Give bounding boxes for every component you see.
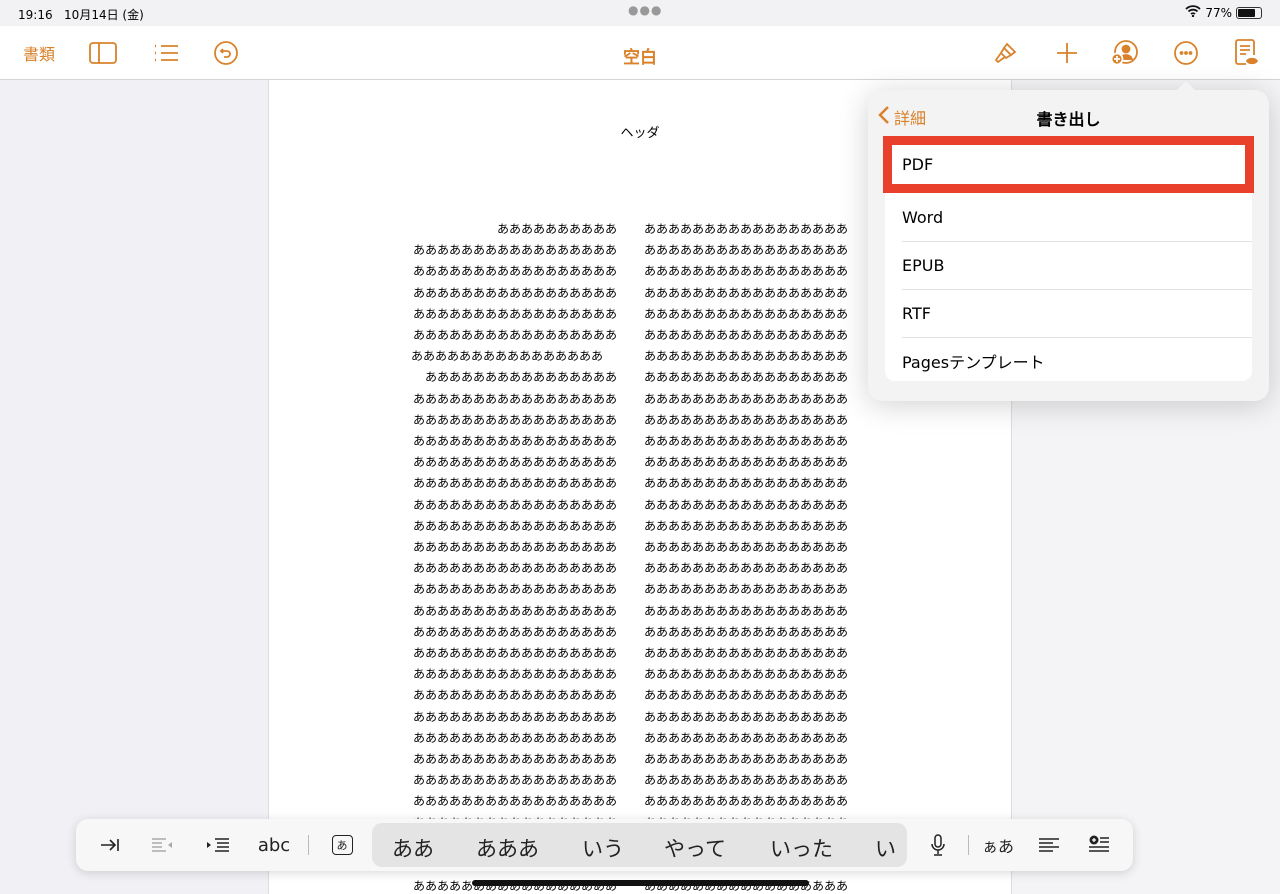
text-line[interactable]: あああああああああああああああああ: [411, 770, 617, 791]
text-line[interactable]: あああああああああああああああああ: [411, 495, 617, 516]
indent-icon[interactable]: [204, 819, 232, 871]
text-line[interactable]: あああああああああああああああああ: [644, 473, 850, 494]
battery-percent: 77%: [1205, 5, 1232, 20]
text-line[interactable]: あああああああああああああああああ: [411, 452, 617, 473]
text-line[interactable]: あああああああああああああああああ: [411, 304, 617, 325]
plus-icon[interactable]: [1052, 26, 1082, 80]
suggestion[interactable]: いった: [770, 833, 833, 863]
text-line[interactable]: あああああああああああああああああ: [644, 558, 850, 579]
text-line[interactable]: あああああああああああああああああ: [644, 643, 850, 664]
canvas-background: [0, 80, 268, 894]
text-line[interactable]: あああああああああああああああああ: [411, 707, 617, 728]
text-line[interactable]: あああああああああああああああああ: [644, 664, 850, 685]
home-indicator[interactable]: [472, 880, 809, 886]
text-line[interactable]: ああああああああああああああああ: [411, 346, 617, 367]
text-line[interactable]: あああああああああああああああああ: [644, 770, 850, 791]
text-line[interactable]: あああああああああああああああああ: [644, 367, 850, 388]
kana-key-button[interactable]: あ: [330, 819, 354, 871]
text-line[interactable]: あああああああああああああああああ: [644, 219, 850, 240]
text-line[interactable]: あああああああああああああああああ: [644, 325, 850, 346]
text-line[interactable]: あああああああああああああああああ: [644, 240, 850, 261]
text-line[interactable]: あああああああああああああああああ: [411, 261, 617, 282]
text-line[interactable]: あああああああああああああああああ: [411, 431, 617, 452]
export-format-list: PDF Word EPUB RTF Pagesテンプレート: [883, 136, 1254, 381]
status-bar: 19:16 10月14日 (金) ●●● 77%: [0, 0, 1280, 26]
multitasking-dots-icon[interactable]: ●●●: [628, 3, 662, 17]
status-time: 19:16 10月14日 (金): [18, 8, 144, 22]
text-line[interactable]: あああああああああああああああああ: [411, 579, 617, 600]
text-line[interactable]: あああああああああああああああああ: [644, 495, 850, 516]
text-line[interactable]: あああああああああああああああああ: [411, 537, 617, 558]
text-line[interactable]: あああああああああああああああああ: [644, 410, 850, 431]
text-line[interactable]: あああああああああああああああああ: [411, 283, 617, 304]
text-line[interactable]: あああああああああああああああああ: [644, 707, 850, 728]
keyboard-shortcut-bar: abc あ ああ あああ いう やって いった い ぁあ: [76, 819, 1133, 871]
insert-comment-icon[interactable]: [1086, 819, 1112, 871]
text-line[interactable]: あああああああああああああああああ: [644, 537, 850, 558]
tab-icon[interactable]: [98, 819, 122, 871]
text-line[interactable]: あああああああああああああああああ: [644, 749, 850, 770]
text-line[interactable]: あああああああああああああああああ: [644, 601, 850, 622]
text-line[interactable]: あああああああああああああああああ: [644, 431, 850, 452]
text-column-left[interactable]: ああああああああああ あああああああああああああああああ あああああああああああああ…: [411, 219, 617, 894]
text-line[interactable]: あああああああああああああああああ: [644, 728, 850, 749]
export-rtf[interactable]: RTF: [885, 289, 1252, 337]
suggestion[interactable]: い: [875, 833, 896, 863]
paintbrush-icon[interactable]: [990, 26, 1022, 80]
text-line[interactable]: あああああああああああああああああ: [644, 685, 850, 706]
text-line[interactable]: あああああああああああああああああ: [411, 473, 617, 494]
text-line[interactable]: あああああああああああああああああ: [411, 622, 617, 643]
popover-title: 書き出し: [1036, 110, 1101, 129]
text-line[interactable]: ああああああああああああああああ: [411, 367, 617, 388]
wifi-icon: [1185, 5, 1201, 20]
text-line[interactable]: あああああああああああああああああ: [644, 452, 850, 473]
suggestion[interactable]: ああ: [392, 833, 434, 863]
text-line[interactable]: あああああああああああああああああ: [411, 643, 617, 664]
text-line[interactable]: あああああああああああああああああ: [644, 283, 850, 304]
text-line[interactable]: あああああああああああああああああ: [411, 410, 617, 431]
small-kana-button[interactable]: ぁあ: [982, 819, 1014, 871]
text-line[interactable]: あああああああああああああああああ: [644, 516, 850, 537]
text-line[interactable]: あああああああああああああああああ: [411, 749, 617, 770]
text-line[interactable]: あああああああああああああああああ: [411, 664, 617, 685]
document-title[interactable]: 空白: [0, 43, 1280, 68]
text-line[interactable]: あああああああああああああああああ: [644, 304, 850, 325]
abc-button[interactable]: abc: [256, 819, 292, 871]
text-line[interactable]: あああああああああああああああああ: [644, 346, 850, 367]
microphone-icon[interactable]: [926, 819, 950, 871]
suggestion-bar: ああ あああ いう やって いった い: [372, 823, 907, 867]
text-line[interactable]: あああああああああああああああああ: [411, 516, 617, 537]
battery-icon: [1236, 6, 1262, 19]
more-icon[interactable]: [1172, 26, 1200, 80]
text-line[interactable]: あああああああああああああああああ: [644, 622, 850, 643]
export-popover: 詳細 書き出し PDF Word EPUB RTF Pagesテンプレート: [868, 81, 1269, 401]
reader-view-icon[interactable]: [1232, 26, 1262, 80]
text-line[interactable]: あああああああああああああああああ: [411, 389, 617, 410]
export-pages-template[interactable]: Pagesテンプレート: [885, 337, 1252, 385]
collaborate-icon[interactable]: [1108, 26, 1140, 80]
text-column-right[interactable]: あああああああああああああああああ あああああああああああああああああ ああああああ…: [644, 219, 850, 894]
text-line[interactable]: あああああああああああああああああ: [644, 261, 850, 282]
text-line[interactable]: あああああああああああああああああ: [644, 791, 850, 812]
text-line[interactable]: あああああああああああああああああ: [411, 325, 617, 346]
export-pdf[interactable]: PDF: [883, 136, 1254, 193]
export-word[interactable]: Word: [885, 193, 1252, 241]
text-line[interactable]: あああああああああああああああああ: [411, 685, 617, 706]
suggestion[interactable]: やって: [664, 833, 726, 863]
text-line[interactable]: あああああああああああああああああ: [411, 240, 617, 261]
export-epub[interactable]: EPUB: [885, 241, 1252, 289]
outdent-icon[interactable]: [150, 819, 176, 871]
text-line[interactable]: あああああああああああああああああ: [411, 601, 617, 622]
text-line[interactable]: あああああああああああああああああ: [411, 558, 617, 579]
text-line[interactable]: ああああああああああ: [411, 219, 617, 240]
suggestion[interactable]: あああ: [476, 833, 539, 863]
suggestion[interactable]: いう: [582, 833, 624, 863]
text-line[interactable]: あああああああああああああああああ: [411, 728, 617, 749]
text-line[interactable]: あああああああああああああああああ: [644, 389, 850, 410]
toolbar: 書類 空白: [0, 26, 1280, 80]
align-left-icon[interactable]: [1036, 819, 1062, 871]
text-line[interactable]: あああああああああああああああああ: [644, 579, 850, 600]
text-line[interactable]: あああああああああああああああああ: [411, 791, 617, 812]
